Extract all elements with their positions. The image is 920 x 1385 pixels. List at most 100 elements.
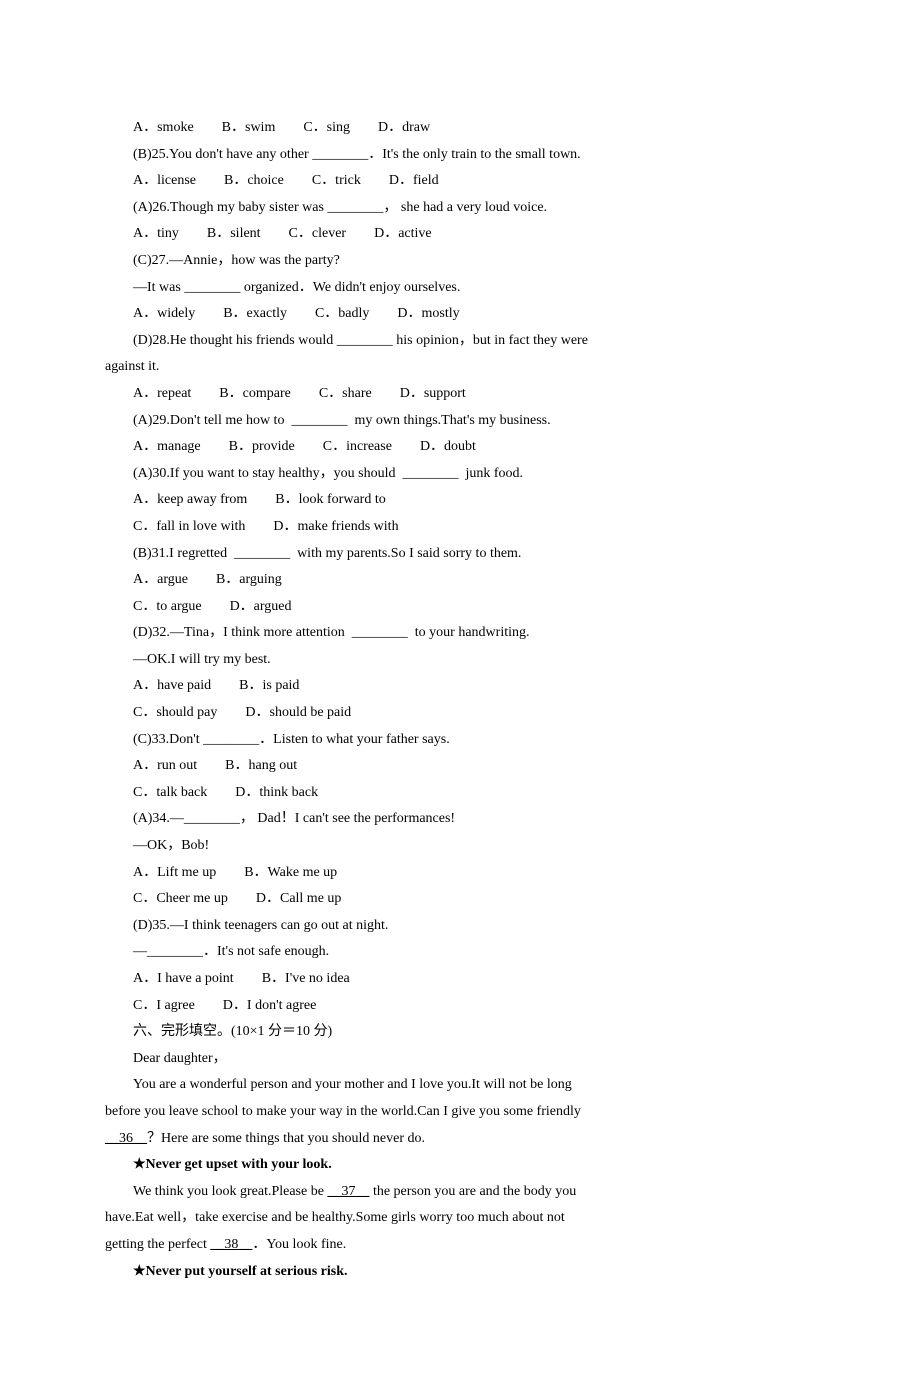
text-segment: Dear daughter， (133, 1051, 227, 1066)
text-segment: A．manage B．provide C．increase D．doubt (133, 439, 476, 454)
text-line: A．have paid B．is paid (105, 673, 815, 700)
text-line: (D)28.He thought his friends would _____… (105, 328, 815, 355)
text-segment: C．should pay D．should be paid (133, 705, 351, 720)
text-line: 六、完形填空。(10×1 分＝10 分) (105, 1019, 815, 1046)
text-line: —OK.I will try my best. (105, 647, 815, 674)
text-segment: C．talk back D．think back (133, 785, 318, 800)
text-line: before you leave school to make your way… (105, 1099, 815, 1126)
text-line: A．Lift me up B．Wake me up (105, 860, 815, 887)
text-segment: (A)30.If you want to stay healthy，you sh… (133, 466, 523, 481)
text-segment: You are a wonderful person and your moth… (133, 1077, 572, 1092)
text-line: A．repeat B．compare C．share D．support (105, 381, 815, 408)
text-segment: 36 (119, 1131, 133, 1146)
text-segment: —It was ________ organized．We didn't enj… (133, 280, 460, 295)
text-segment: have.Eat well，take exercise and be healt… (105, 1210, 565, 1225)
text-segment: A．smoke B．swim C．sing D．draw (133, 120, 430, 135)
text-segment: (C)33.Don't ________．Listen to what your… (133, 732, 450, 747)
text-segment: —OK，Bob! (133, 838, 209, 853)
text-line: A．I have a point B．I've no idea (105, 966, 815, 993)
text-segment: the person you are and the body you (369, 1184, 576, 1199)
text-segment: (B)25.You don't have any other ________．… (133, 147, 581, 162)
text-segment: __ (238, 1237, 252, 1252)
text-line: (A)26.Though my baby sister was ________… (105, 195, 815, 222)
text-line: Dear daughter， (105, 1046, 815, 1073)
text-segment: A．Lift me up B．Wake me up (133, 865, 337, 880)
text-line: (B)31.I regretted ________ with my paren… (105, 541, 815, 568)
text-line: A．manage B．provide C．increase D．doubt (105, 434, 815, 461)
text-line: A．widely B．exactly C．badly D．mostly (105, 301, 815, 328)
text-line: (A)30.If you want to stay healthy，you sh… (105, 461, 815, 488)
text-line: C．talk back D．think back (105, 780, 815, 807)
text-segment: We think you look great.Please be (133, 1184, 327, 1199)
text-line: (D)32.—Tina，I think more attention _____… (105, 620, 815, 647)
text-segment: ．You look fine. (252, 1237, 346, 1252)
text-segment: __ (210, 1237, 224, 1252)
text-line: We think you look great.Please be __37__… (105, 1179, 815, 1206)
text-line: __36__？Here are some things that you sho… (105, 1126, 815, 1153)
text-segment: (D)35.—I think teenagers can go out at n… (133, 918, 388, 933)
text-segment: (A)34.—________， Dad！I can't see the per… (133, 811, 455, 826)
text-line: C．I agree D．I don't agree (105, 993, 815, 1020)
text-segment: __ (105, 1131, 119, 1146)
text-line: (A)34.—________， Dad！I can't see the per… (105, 806, 815, 833)
text-segment: A．I have a point B．I've no idea (133, 971, 350, 986)
text-line: C．to argue D．argued (105, 594, 815, 621)
text-line: A．run out B．hang out (105, 753, 815, 780)
text-segment: —________．It's not safe enough. (133, 944, 329, 959)
text-line: —________．It's not safe enough. (105, 939, 815, 966)
text-line: ★Never get upset with your look. (105, 1152, 815, 1179)
text-segment: __ (355, 1184, 369, 1199)
text-line: getting the perfect __38__．You look fine… (105, 1232, 815, 1259)
text-segment: A．license B．choice C．trick D．field (133, 173, 439, 188)
text-line: A．smoke B．swim C．sing D．draw (105, 115, 815, 142)
text-segment: A．widely B．exactly C．badly D．mostly (133, 306, 460, 321)
text-line: A．keep away from B．look forward to (105, 487, 815, 514)
text-segment: __ (133, 1131, 147, 1146)
text-line: —It was ________ organized．We didn't enj… (105, 275, 815, 302)
text-segment: ★Never put yourself at serious risk. (133, 1264, 348, 1279)
text-segment: A．have paid B．is paid (133, 678, 299, 693)
text-line: ★Never put yourself at serious risk. (105, 1259, 815, 1286)
text-segment: A．repeat B．compare C．share D．support (133, 386, 466, 401)
text-segment: against it. (105, 359, 159, 374)
text-segment: (D)32.—Tina，I think more attention _____… (133, 625, 530, 640)
text-segment: __ (327, 1184, 341, 1199)
text-line: —OK，Bob! (105, 833, 815, 860)
text-segment: (D)28.He thought his friends would _____… (133, 333, 588, 348)
text-segment: before you leave school to make your way… (105, 1104, 581, 1119)
text-segment: A．tiny B．silent C．clever D．active (133, 226, 432, 241)
text-line: C．Cheer me up D．Call me up (105, 886, 815, 913)
text-line: You are a wonderful person and your moth… (105, 1072, 815, 1099)
text-line: (A)29.Don't tell me how to ________ my o… (105, 408, 815, 435)
text-segment: ？Here are some things that you should ne… (147, 1131, 425, 1146)
text-segment: (C)27.—Annie，how was the party? (133, 253, 340, 268)
text-line: C．should pay D．should be paid (105, 700, 815, 727)
text-segment: C．fall in love with D．make friends with (133, 519, 399, 534)
text-line: have.Eat well，take exercise and be healt… (105, 1205, 815, 1232)
text-segment: C．to argue D．argued (133, 599, 292, 614)
text-segment: ★Never get upset with your look. (133, 1157, 332, 1172)
text-line: C．fall in love with D．make friends with (105, 514, 815, 541)
text-segment: A．argue B．arguing (133, 572, 282, 587)
text-segment: (A)26.Though my baby sister was ________… (133, 200, 547, 215)
text-line: against it. (105, 354, 815, 381)
text-segment: 37 (341, 1184, 355, 1199)
text-segment: (B)31.I regretted ________ with my paren… (133, 546, 521, 561)
text-segment: 38 (224, 1237, 238, 1252)
text-segment: C．I agree D．I don't agree (133, 998, 316, 1013)
document-page: A．smoke B．swim C．sing D．draw (B)25.You do… (0, 0, 920, 1385)
text-line: (D)35.—I think teenagers can go out at n… (105, 913, 815, 940)
text-segment: C．Cheer me up D．Call me up (133, 891, 341, 906)
text-line: A．license B．choice C．trick D．field (105, 168, 815, 195)
text-line: (C)33.Don't ________．Listen to what your… (105, 727, 815, 754)
text-segment: A．keep away from B．look forward to (133, 492, 386, 507)
text-segment: —OK.I will try my best. (133, 652, 271, 667)
text-segment: getting the perfect (105, 1237, 210, 1252)
text-line: A．argue B．arguing (105, 567, 815, 594)
text-segment: 六、完形填空。(10×1 分＝10 分) (133, 1024, 332, 1039)
text-segment: A．run out B．hang out (133, 758, 297, 773)
text-segment: (A)29.Don't tell me how to ________ my o… (133, 413, 551, 428)
text-line: (C)27.—Annie，how was the party? (105, 248, 815, 275)
text-line: (B)25.You don't have any other ________．… (105, 142, 815, 169)
text-line: A．tiny B．silent C．clever D．active (105, 221, 815, 248)
